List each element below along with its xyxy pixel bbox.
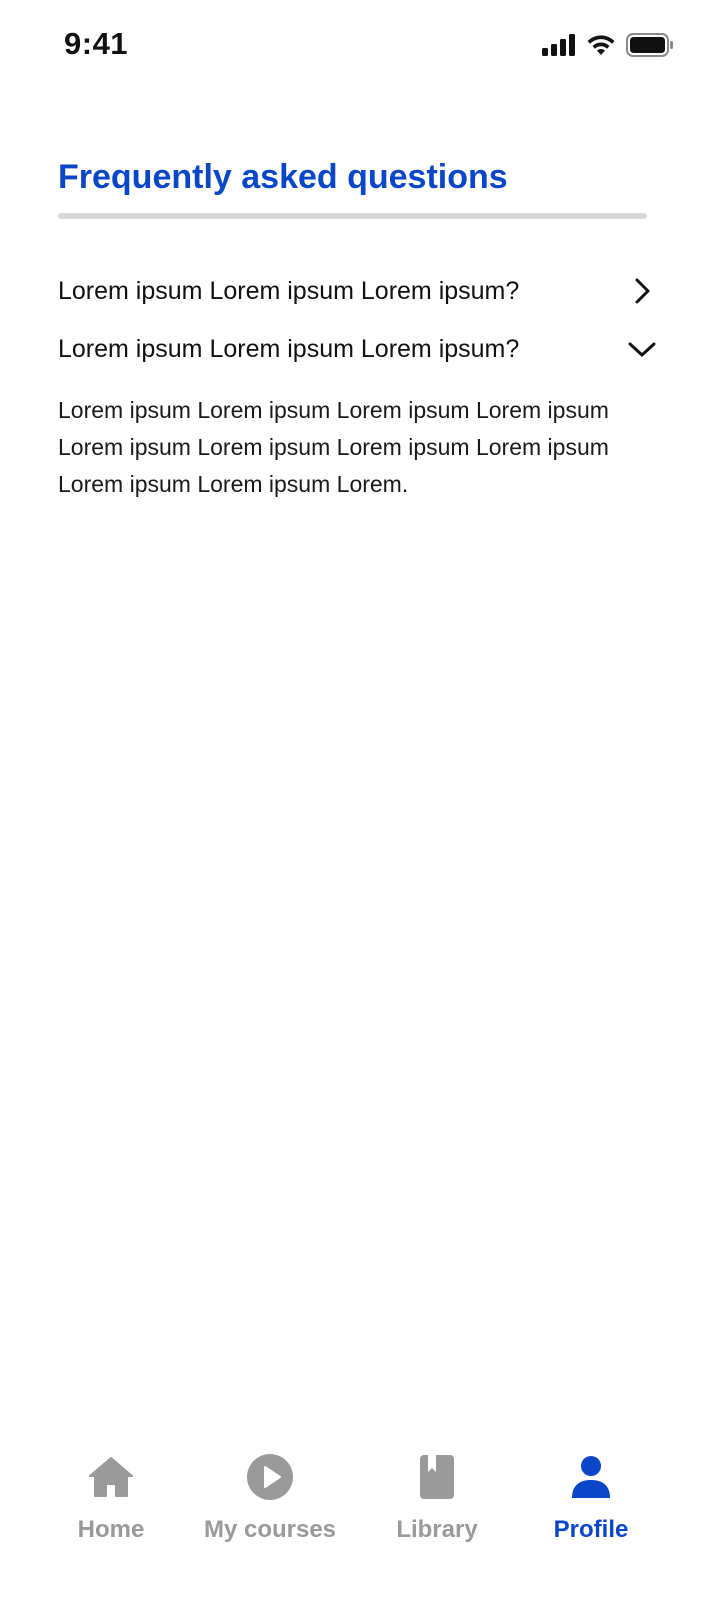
bookmark-book-icon	[412, 1452, 462, 1502]
battery-icon	[626, 33, 674, 57]
faq-list: Lorem ipsum Lorem ipsum Lorem ipsum? Lor…	[58, 262, 658, 503]
nav-label: My courses	[203, 1516, 337, 1543]
faq-question: Lorem ipsum Lorem ipsum Lorem ipsum?	[58, 276, 520, 305]
page-title: Frequently asked questions	[58, 158, 508, 196]
faq-question-row[interactable]: Lorem ipsum Lorem ipsum Lorem ipsum?	[58, 320, 658, 378]
nav-item-library[interactable]: Library	[352, 1440, 522, 1550]
nav-item-home[interactable]: Home	[26, 1440, 196, 1550]
chevron-right-icon[interactable]	[626, 275, 658, 307]
bottom-nav: Home My courses Library Profile	[0, 1440, 720, 1560]
chevron-down-icon[interactable]	[626, 333, 658, 365]
nav-label: Home	[77, 1516, 145, 1543]
faq-question: Lorem ipsum Lorem ipsum Lorem ipsum?	[58, 334, 520, 363]
faq-question-row[interactable]: Lorem ipsum Lorem ipsum Lorem ipsum?	[58, 262, 658, 320]
home-icon	[86, 1452, 136, 1502]
play-circle-icon	[245, 1452, 295, 1502]
faq-item: Lorem ipsum Lorem ipsum Lorem ipsum?	[58, 262, 658, 320]
wifi-icon	[586, 34, 616, 56]
status-bar: 9:41	[0, 0, 720, 90]
nav-item-profile[interactable]: Profile	[506, 1440, 676, 1550]
faq-item: Lorem ipsum Lorem ipsum Lorem ipsum? Lor…	[58, 320, 658, 503]
status-time: 9:41	[64, 26, 129, 61]
nav-label: Profile	[553, 1516, 629, 1543]
faq-screen: 9:41 Frequently asked questions Lorem ip…	[0, 0, 720, 1610]
cellular-signal-icon	[542, 34, 576, 56]
user-icon	[566, 1452, 616, 1502]
faq-answer: Lorem ipsum Lorem ipsum Lorem ipsum Lore…	[58, 397, 609, 497]
status-icons	[542, 30, 674, 60]
nav-label: Library	[396, 1516, 478, 1543]
title-divider	[58, 213, 647, 219]
nav-item-my-courses[interactable]: My courses	[185, 1440, 355, 1550]
